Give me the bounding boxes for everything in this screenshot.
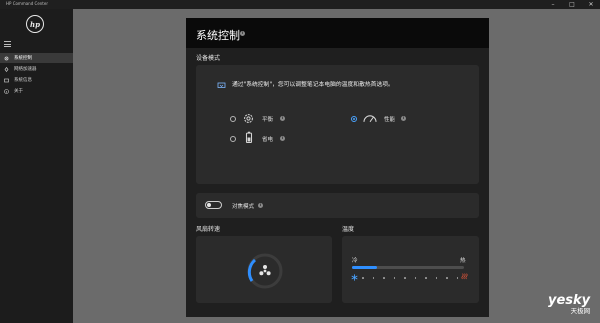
sidebar-item-label: 关于: [14, 89, 23, 94]
quiet-mode-toggle[interactable]: [205, 201, 222, 209]
sidebar-item-about[interactable]: 关于: [0, 86, 73, 96]
close-button[interactable]: ✕: [585, 0, 597, 9]
balance-label: 平衡: [262, 117, 274, 123]
window-title: HP Command Center: [6, 1, 48, 6]
info-icon[interactable]: i: [280, 136, 285, 141]
device-mode-description: 通过"系统控制"，您可以调整笔记本电脑的温度和散热首选项。: [232, 82, 394, 88]
power-saver-radio[interactable]: [230, 136, 236, 142]
main-panel: 系统控制 i 设备模式 通过"系统控制"，您可以调整笔记本电脑的温度和散热首选项…: [186, 18, 489, 317]
balance-gear-icon: [244, 114, 253, 123]
info-icon[interactable]: i: [280, 116, 285, 121]
network-booster-icon: [4, 66, 9, 72]
info-icon[interactable]: i: [240, 31, 245, 36]
performance-label: 性能: [384, 117, 396, 123]
temperature-scale: [362, 277, 458, 279]
page-header: 系统控制 i: [186, 18, 489, 48]
sidebar-item-network-booster[interactable]: 网络加速器: [0, 64, 73, 74]
device-mode-label: 设备模式: [196, 55, 221, 62]
sidebar-item-label: 系统控制: [14, 56, 32, 61]
temperature-level: [352, 266, 377, 269]
power-saver-label: 省电: [262, 137, 274, 143]
watermark-site: 天极网: [570, 307, 591, 315]
temperature-label: 温度: [342, 226, 355, 233]
fan-speed-card: [196, 236, 332, 303]
laptop-thermal-icon: [217, 82, 226, 88]
sidebar-item-label: 网络加速器: [14, 67, 37, 72]
watermark: yesky 天极网: [548, 294, 590, 315]
device-mode-card: 通过"系统控制"，您可以调整笔记本电脑的温度和散热首选项。 平衡 i 性能 i …: [196, 65, 479, 184]
fan-speed-label: 风扇转速: [196, 226, 221, 233]
about-icon: [4, 88, 9, 94]
watermark-brand: yesky: [548, 293, 591, 308]
sidebar-item-label: 系统信息: [14, 78, 32, 83]
hp-logo: hp: [26, 15, 44, 33]
performance-radio[interactable]: [351, 116, 357, 122]
minimize-button[interactable]: –: [547, 0, 559, 9]
info-icon[interactable]: i: [401, 116, 406, 121]
sidebar-item-system-control[interactable]: 系统控制: [0, 53, 73, 63]
sidebar: hp 系统控制 网络加速器 系统信息 关于: [0, 9, 73, 323]
hamburger-menu-icon[interactable]: [4, 41, 11, 47]
battery-icon: [245, 131, 253, 144]
cold-label: 冷: [352, 258, 358, 264]
sidebar-item-system-info[interactable]: 系统信息: [0, 75, 73, 85]
quiet-mode-label: 对焦模式: [232, 204, 255, 210]
system-info-icon: [4, 78, 9, 83]
heat-icon: [461, 273, 468, 280]
balance-radio[interactable]: [230, 116, 236, 122]
maximize-button[interactable]: □: [566, 0, 578, 9]
temperature-bar: [352, 266, 464, 269]
page-title: 系统控制: [196, 29, 240, 42]
info-icon[interactable]: i: [258, 203, 263, 208]
hot-label: 热: [460, 258, 466, 264]
fan-icon: [259, 265, 271, 276]
title-bar: HP Command Center – □ ✕: [0, 0, 600, 9]
quiet-mode-card: 对焦模式 i: [196, 193, 479, 218]
snowflake-icon: [351, 274, 358, 281]
temperature-card: 冷 热: [342, 236, 479, 303]
system-control-icon: [4, 56, 9, 61]
performance-gauge-icon: [363, 115, 377, 123]
